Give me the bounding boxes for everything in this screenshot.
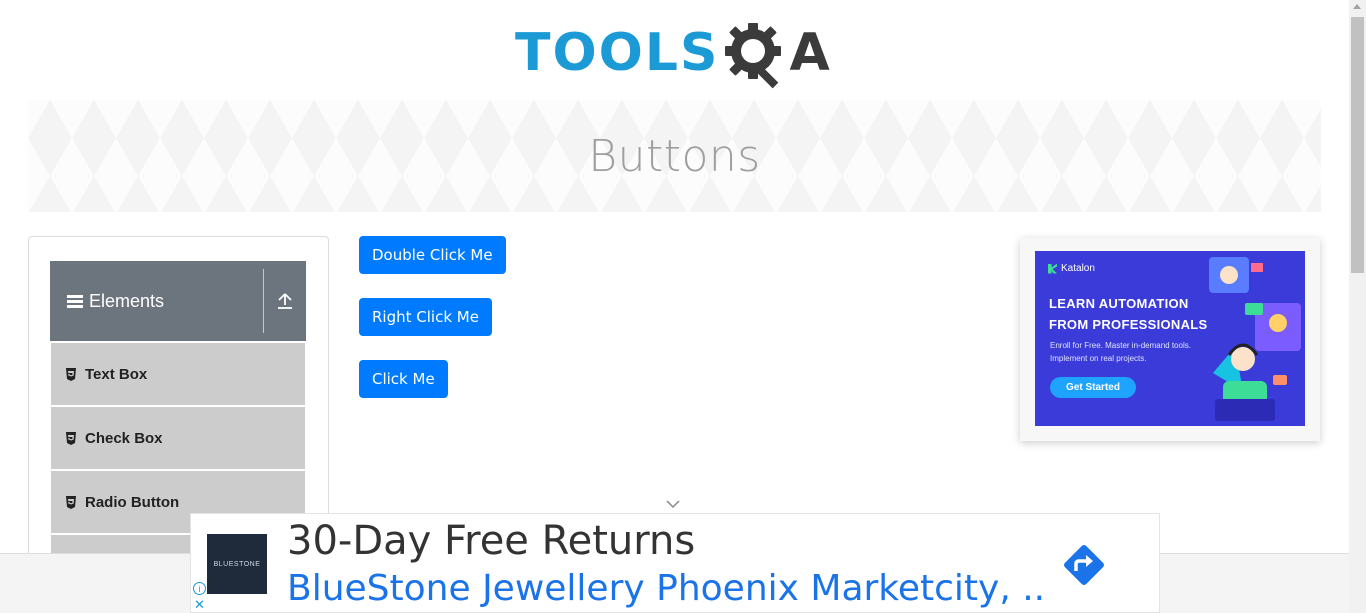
logo-text-a: A	[789, 23, 830, 83]
ad-link-text[interactable]: BlueStone Jewellery Phoenix Marketcity, …	[287, 568, 1047, 609]
html5-icon	[66, 431, 76, 445]
katalon-ad-banner[interactable]: Katalon LEARN AUTOMATION FROM PROFESSION…	[1035, 251, 1305, 426]
upload-arrow-icon	[278, 293, 292, 309]
hamburger-icon	[67, 293, 83, 310]
gear-magnifier-icon	[725, 23, 782, 89]
page-banner: Buttons	[28, 100, 1321, 212]
html5-icon	[66, 367, 76, 381]
close-icon[interactable]: ✕	[194, 598, 205, 611]
right-click-button[interactable]: Right Click Me	[359, 298, 492, 336]
ad-headline-text[interactable]: 30-Day Free Returns	[287, 518, 695, 564]
thumbnail-text: BLUESTONE	[213, 560, 261, 568]
page-title: Buttons	[588, 130, 761, 182]
bottom-ad[interactable]: BLUESTONE 30-Day Free Returns BlueStone …	[190, 513, 1160, 613]
html5-icon	[66, 495, 76, 509]
katalon-logo-icon	[1048, 263, 1057, 274]
sidebar-group-label: Elements	[89, 290, 165, 311]
info-icon[interactable]: i	[193, 582, 206, 595]
toolsqa-logo[interactable]: TOOLS A	[515, 14, 840, 92]
sidebar-group-title[interactable]: Elements	[50, 261, 263, 341]
get-started-button[interactable]: Get Started	[1050, 377, 1136, 398]
bluestone-thumbnail[interactable]: BLUESTONE	[207, 534, 267, 594]
ad-illustration	[1209, 257, 1301, 421]
ad-headline-line2: FROM PROFESSIONALS	[1049, 317, 1208, 332]
scroll-up-icon[interactable]	[1353, 4, 1361, 9]
ad-headline-line1: LEARN AUTOMATION	[1049, 296, 1189, 311]
sidebar-item-label: Text Box	[85, 365, 148, 383]
ad-subtext: Enroll for Free. Master in-demand tools.…	[1050, 341, 1191, 363]
ad-brand-label: Katalon	[1061, 263, 1095, 274]
sidebar-item-check-box[interactable]: Check Box	[51, 407, 305, 469]
vertical-scrollbar[interactable]	[1349, 0, 1366, 613]
scroll-thumb[interactable]	[1351, 17, 1364, 273]
sidebar-item-text-box[interactable]: Text Box	[51, 343, 305, 405]
click-me-button[interactable]: Click Me	[359, 360, 448, 398]
double-click-button[interactable]: Double Click Me	[359, 236, 506, 274]
chevron-down-icon[interactable]	[666, 499, 680, 509]
sidebar-group-elements[interactable]: Elements	[50, 261, 306, 341]
directions-icon[interactable]	[1059, 540, 1109, 590]
sidebar-item-label: Radio Button	[85, 493, 180, 511]
logo-text-tools: TOOLS	[515, 23, 720, 83]
collapse-toggle[interactable]	[264, 261, 306, 341]
ad-headline: LEARN AUTOMATION FROM PROFESSIONALS	[1049, 293, 1208, 335]
side-ad[interactable]: Katalon LEARN AUTOMATION FROM PROFESSION…	[1020, 238, 1320, 441]
page: TOOLS A Buttons Elements Text Box Check …	[0, 0, 1366, 613]
sidebar-item-label: Check Box	[85, 429, 163, 447]
katalon-brand: Katalon	[1048, 263, 1095, 274]
